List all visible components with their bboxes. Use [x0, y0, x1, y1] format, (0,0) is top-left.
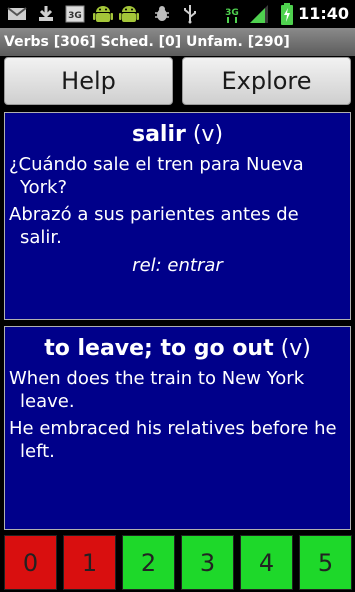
title-bar: Verbs [306] Sched. [0] Unfam. [290] [0, 28, 355, 56]
3g-signal-icon: 3G [222, 4, 242, 24]
english-card[interactable]: to leave; to go out (v) When does the tr… [4, 326, 351, 530]
spanish-card[interactable]: salir (v) ¿Cuándo sale el tren para Nuev… [4, 112, 351, 320]
rating-button-0[interactable]: 0 [4, 535, 57, 590]
part-of-speech: (v) [192, 122, 224, 147]
clock: 11:40 [298, 4, 349, 23]
related-word: rel: entrar [132, 255, 223, 276]
spanish-word: salir [131, 122, 186, 147]
svg-text:3G: 3G [225, 8, 239, 18]
example-sentence: Abrazó a sus parientes antes de salir. [9, 204, 299, 248]
card-heading: salir (v) [5, 121, 350, 149]
rating-button-5[interactable]: 5 [299, 535, 352, 590]
example-sentence: When does the train to New York leave. [9, 368, 305, 412]
android-icon [92, 4, 114, 24]
bug-icon [152, 4, 172, 24]
signal-bars-icon [248, 4, 270, 24]
rating-button-2[interactable]: 2 [122, 535, 175, 590]
screen: 3G 3G 11:40 Verbs [306] Sched. [0] Unfam… [0, 0, 355, 592]
battery-charging-icon [278, 3, 296, 25]
english-translation: to leave; to go out [44, 336, 274, 361]
svg-text:3G: 3G [68, 11, 82, 21]
example-sentence: ¿Cuándo sale el tren para Nueva York? [9, 154, 304, 198]
part-of-speech: (v) [280, 336, 311, 361]
card-heading: to leave; to go out (v) [5, 335, 350, 363]
3g-icon: 3G [64, 4, 86, 24]
status-bar: 3G 3G 11:40 [0, 0, 355, 28]
rating-button-1[interactable]: 1 [63, 535, 116, 590]
rating-button-4[interactable]: 4 [240, 535, 293, 590]
help-button[interactable]: Help [4, 57, 173, 105]
android-icon [118, 4, 140, 24]
usb-icon [180, 4, 200, 24]
explore-button[interactable]: Explore [182, 57, 351, 105]
gmail-icon [6, 4, 28, 24]
download-icon [36, 4, 56, 24]
example-sentence: He embraced his relatives before he left… [9, 418, 337, 462]
rating-button-3[interactable]: 3 [181, 535, 234, 590]
